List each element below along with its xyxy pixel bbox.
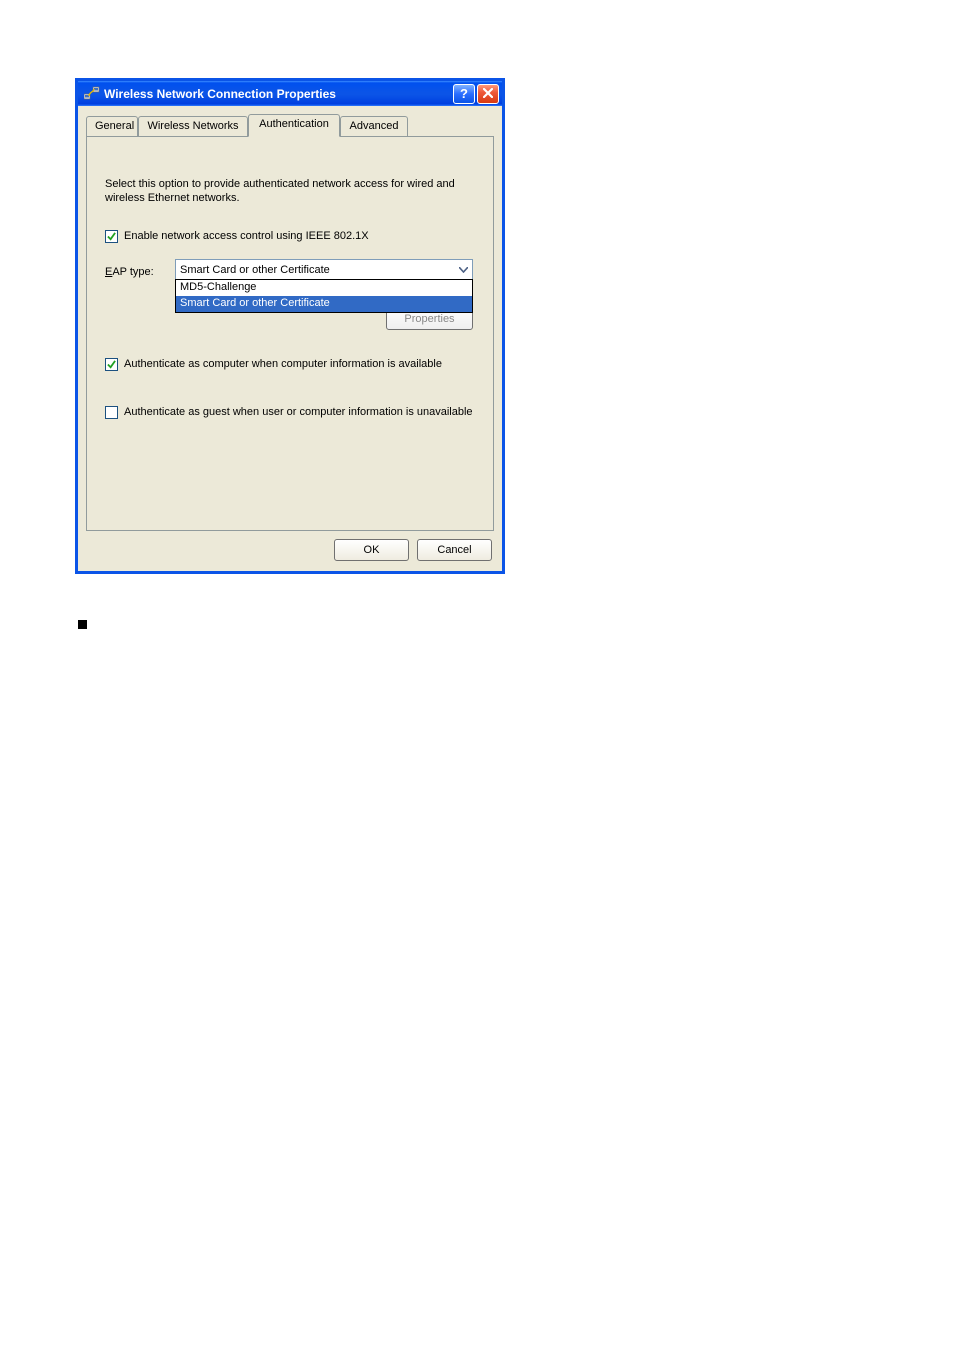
window-title: Wireless Network Connection Properties bbox=[104, 87, 451, 101]
auth-as-guest-checkbox[interactable] bbox=[105, 406, 118, 419]
eap-option-smartcard[interactable]: Smart Card or other Certificate bbox=[176, 296, 472, 312]
eap-type-selected-value: Smart Card or other Certificate bbox=[180, 264, 455, 276]
help-button[interactable]: ? bbox=[453, 84, 475, 104]
auth-as-computer-checkbox[interactable] bbox=[105, 358, 118, 371]
properties-dialog: Wireless Network Connection Properties ?… bbox=[75, 78, 505, 574]
tab-advanced[interactable]: Advanced bbox=[340, 116, 408, 136]
cancel-button[interactable]: Cancel bbox=[417, 539, 492, 561]
enable-8021x-row: Enable network access control using IEEE… bbox=[105, 229, 369, 243]
enable-8021x-checkbox[interactable] bbox=[105, 230, 118, 243]
eap-type-dropdown-list: MD5-Challenge Smart Card or other Certif… bbox=[175, 279, 473, 313]
tab-authentication[interactable]: Authentication bbox=[248, 114, 340, 137]
enable-8021x-label: Enable network access control using IEEE… bbox=[124, 229, 369, 243]
auth-as-computer-label: Authenticate as computer when computer i… bbox=[124, 357, 442, 371]
close-button[interactable] bbox=[477, 84, 499, 104]
auth-as-guest-row: Authenticate as guest when user or compu… bbox=[105, 405, 473, 419]
help-icon: ? bbox=[460, 86, 468, 101]
auth-as-guest-label: Authenticate as guest when user or compu… bbox=[124, 405, 473, 419]
eap-option-md5[interactable]: MD5-Challenge bbox=[176, 280, 472, 296]
ok-button[interactable]: OK bbox=[334, 539, 409, 561]
titlebar[interactable]: Wireless Network Connection Properties ? bbox=[78, 81, 502, 106]
tab-strip: General Wireless Networks Authentication… bbox=[86, 114, 494, 136]
chevron-down-icon[interactable] bbox=[455, 261, 472, 279]
bullet-square bbox=[78, 620, 87, 629]
eap-type-combobox[interactable]: Smart Card or other Certificate bbox=[175, 259, 473, 279]
network-connection-icon bbox=[84, 86, 100, 102]
eap-type-label: EAP type: bbox=[105, 266, 154, 278]
description-text: Select this option to provide authentica… bbox=[105, 177, 475, 205]
tab-general[interactable]: General bbox=[86, 116, 138, 136]
dialog-footer-buttons: OK Cancel bbox=[78, 539, 502, 571]
tab-panel-authentication: Select this option to provide authentica… bbox=[86, 136, 494, 531]
close-icon bbox=[483, 87, 493, 101]
auth-as-computer-row: Authenticate as computer when computer i… bbox=[105, 357, 442, 371]
tab-wireless-networks[interactable]: Wireless Networks bbox=[138, 116, 248, 136]
